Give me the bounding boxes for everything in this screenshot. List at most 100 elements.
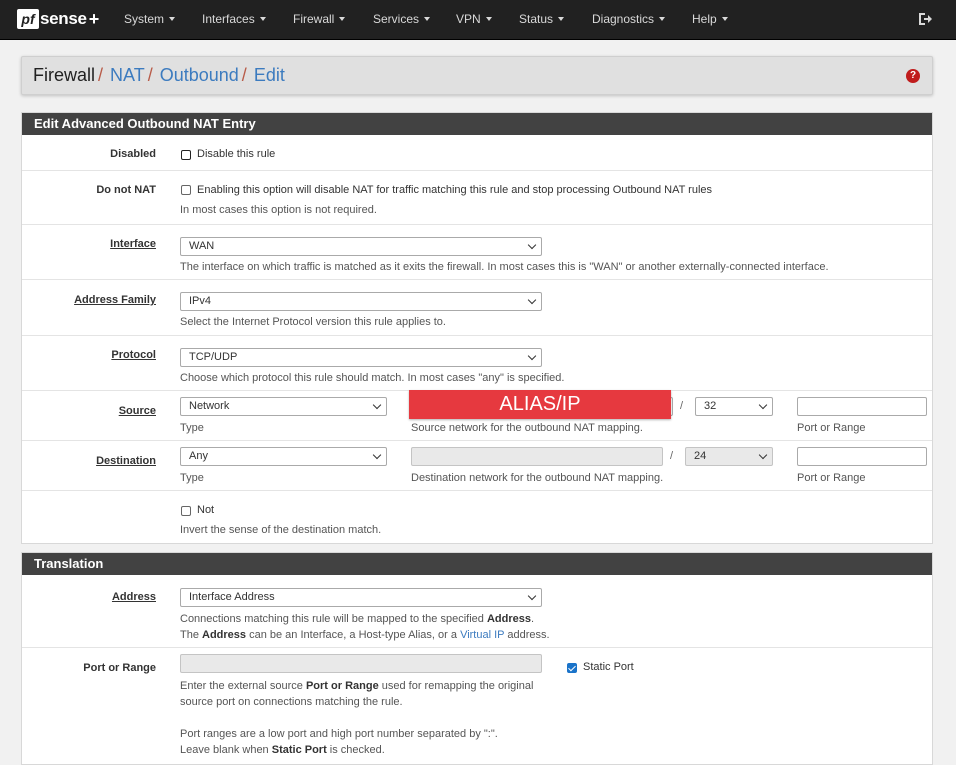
logout-icon[interactable] [917, 11, 933, 27]
destination-network-help: Destination network for the outbound NAT… [411, 472, 664, 484]
help-text: Leave blank when [180, 744, 272, 756]
caret-down-icon [558, 17, 565, 21]
row-protocol: Protocol TCP/UDP Choose which protocol t… [22, 335, 932, 390]
translation-address-select[interactable]: Interface Address [180, 588, 542, 607]
row-interface: Interface WAN The interface on which tra… [22, 224, 932, 279]
help-bold: Address [486, 613, 531, 625]
destination-port-help: Port or Range [797, 472, 866, 484]
destination-type-help: Type [180, 472, 204, 484]
virtual-ip-link[interactable]: Virtual IP [460, 629, 504, 641]
row-not: Not Invert the sense of the destination … [22, 490, 932, 543]
source-mask-select[interactable]: 32 [695, 397, 773, 416]
question-circle-icon[interactable]: ? [906, 69, 920, 83]
disable-rule-checkbox[interactable] [181, 150, 191, 160]
nav-diagnostics[interactable]: Diagnostics [592, 0, 666, 40]
source-type-help: Type [180, 422, 204, 434]
help-text: Enter the external source [180, 680, 306, 692]
destination-port-input[interactable] [797, 447, 927, 466]
translation-port-help-2: source port on connections matching the … [180, 696, 403, 708]
top-navbar: pf sense + System Interfaces Firewall Se… [0, 0, 956, 40]
destination-label: Destination [96, 455, 156, 467]
help-text: Connections matching this rule will be m… [180, 613, 487, 625]
logo-text: sense [40, 9, 87, 28]
nav-label: Status [519, 12, 554, 26]
interface-help: The interface on which traffic is matche… [180, 261, 829, 273]
nav-label: Interfaces [202, 12, 255, 26]
source-type-select[interactable]: Network [180, 397, 387, 416]
help-bold: Address [202, 629, 247, 641]
help-text: can be an Interface, a Host-type Alias, … [246, 629, 461, 641]
caret-down-icon [721, 17, 728, 21]
address-family-select[interactable]: IPv4 [180, 292, 542, 311]
nav-label: Firewall [293, 12, 335, 26]
not-help: Invert the sense of the destination matc… [180, 524, 382, 536]
source-port-input[interactable] [797, 397, 927, 416]
breadcrumb-edit-link[interactable]: Edit [254, 65, 285, 85]
source-mask-separator: / [680, 400, 684, 412]
not-checkbox-label: Not [197, 504, 215, 516]
translation-address-label: Address [111, 591, 156, 603]
destination-type-select[interactable]: Any [180, 447, 387, 466]
help-bold: Port or Range [305, 680, 379, 692]
caret-down-icon [424, 17, 431, 21]
address-family-label: Address Family [74, 294, 156, 306]
nav-status[interactable]: Status [519, 0, 565, 40]
translation-panel: Translation Address Interface Address Co… [21, 552, 933, 765]
logo-mark: pf [17, 9, 39, 29]
translation-port-input[interactable] [180, 654, 542, 673]
interface-select[interactable]: WAN [180, 237, 542, 256]
destination-mask-select[interactable]: 24 [685, 447, 773, 466]
breadcrumb-separator: / [147, 65, 153, 85]
nav-help[interactable]: Help [692, 0, 728, 40]
row-address-family: Address Family IPv4 Select the Internet … [22, 279, 932, 335]
nav-vpn[interactable]: VPN [456, 0, 492, 40]
static-port-checkbox[interactable] [567, 663, 577, 673]
nav-system[interactable]: System [124, 0, 176, 40]
help-text: The [180, 629, 203, 641]
nav-label: System [124, 12, 165, 26]
breadcrumb-outbound-link[interactable]: Outbound [160, 65, 239, 85]
do-not-nat-checkbox-label: Enabling this option will disable NAT fo… [197, 184, 713, 196]
translation-port-help-3: Port ranges are a low port and high port… [180, 728, 498, 740]
destination-network-input[interactable] [411, 447, 663, 466]
help-text: used for remapping the original [378, 680, 534, 692]
source-port-help: Port or Range [797, 422, 866, 434]
edit-outbound-nat-panel: Edit Advanced Outbound NAT Entry Disable… [21, 112, 933, 544]
translation-port-help-1: Enter the external source Port or Range … [180, 680, 533, 692]
breadcrumb-separator: / [98, 65, 104, 85]
pfsense-logo[interactable]: pf sense + [17, 7, 99, 31]
breadcrumb-nat-link[interactable]: NAT [110, 65, 145, 85]
logo-plus: + [88, 8, 100, 29]
protocol-select[interactable]: TCP/UDP [180, 348, 542, 367]
nav-firewall[interactable]: Firewall [293, 0, 346, 40]
translation-port-help-4: Leave blank when Static Port is checked. [180, 744, 385, 756]
translation-address-help-1: Connections matching this rule will be m… [180, 613, 534, 625]
nav-label: Diagnostics [592, 12, 655, 26]
caret-down-icon [259, 17, 266, 21]
disable-rule-label: Disable this rule [197, 148, 276, 160]
translation-address-help-2: The Address can be an Interface, a Host-… [180, 629, 550, 641]
caret-down-icon [659, 17, 666, 21]
nav-label: Services [373, 12, 420, 26]
do-not-nat-checkbox[interactable] [181, 185, 191, 195]
interface-label: Interface [110, 238, 156, 250]
nav-services[interactable]: Services [373, 0, 431, 40]
row-translation-port: Port or Range Static Port Enter the exte… [22, 647, 932, 765]
row-do-not-nat: Do not NAT Enabling this option will dis… [22, 170, 932, 224]
breadcrumb-firewall: Firewall [33, 65, 96, 85]
help-text: . [530, 613, 535, 625]
row-translation-address: Address Interface Address Connections ma… [22, 575, 932, 647]
row-disabled: Disabled Disable this rule [22, 135, 932, 170]
row-destination: Destination Any Type / 24 Destination ne… [22, 440, 932, 490]
help-text: is checked. [326, 744, 385, 756]
protocol-help: Choose which protocol this rule should m… [180, 372, 565, 384]
not-checkbox[interactable] [181, 506, 191, 516]
disabled-label: Disabled [110, 148, 156, 160]
destination-mask-separator: / [670, 450, 674, 462]
translation-port-label: Port or Range [83, 662, 156, 674]
help-text: address. [504, 629, 550, 641]
nav-label: Help [692, 12, 717, 26]
caret-down-icon [485, 17, 492, 21]
panel-title: Translation [22, 553, 932, 575]
nav-interfaces[interactable]: Interfaces [202, 0, 266, 40]
